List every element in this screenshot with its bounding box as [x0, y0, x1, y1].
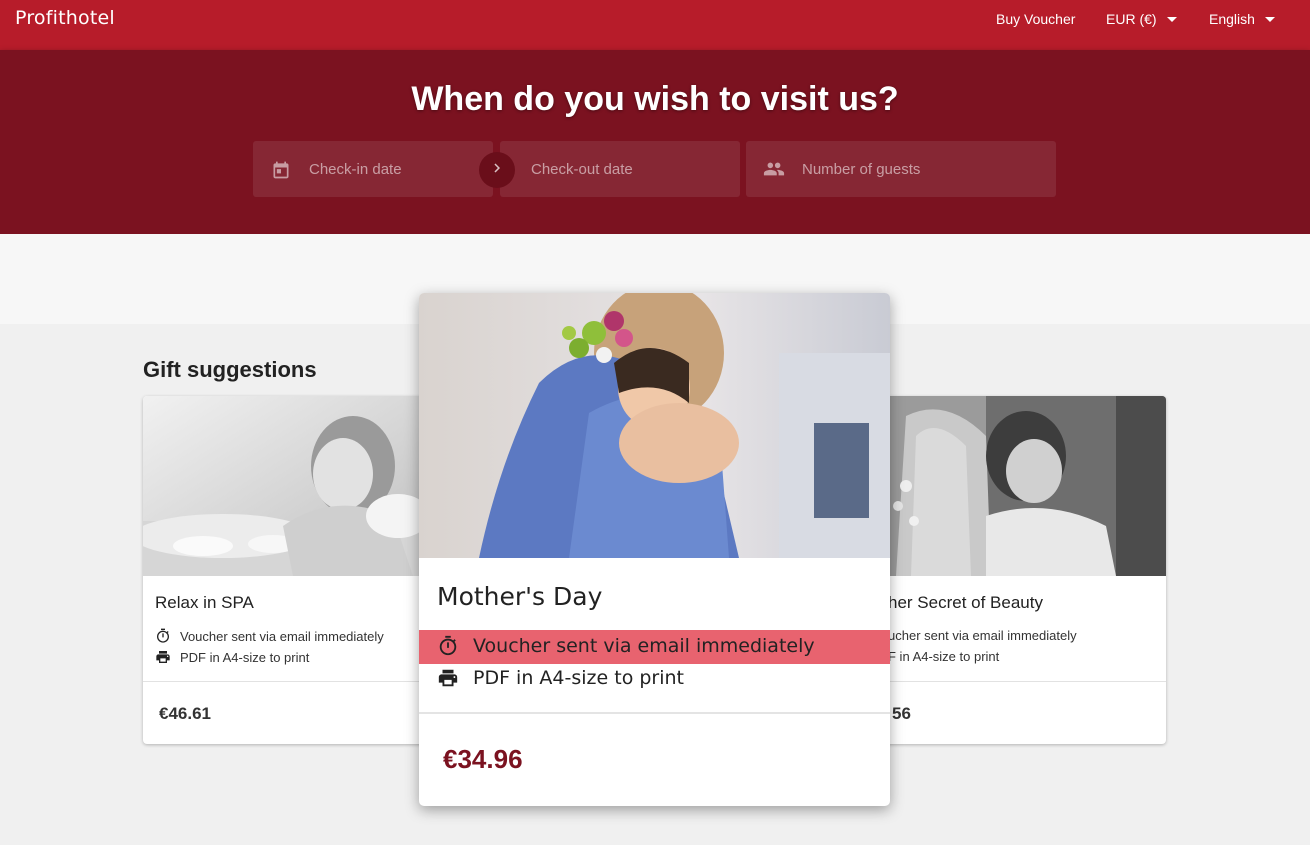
- hero-title: When do you wish to visit us?: [411, 80, 899, 118]
- card-divider: [419, 712, 890, 714]
- feature-email: Voucher sent via email immediately: [437, 635, 815, 657]
- guests-placeholder: Number of guests: [802, 160, 921, 178]
- feature-pdf-label: PDF in A4-size to print: [180, 649, 310, 665]
- booking-hero: When do you wish to visit us? Check-in d…: [0, 50, 1310, 234]
- gift-card-title: her Secret of Beauty: [888, 593, 1043, 612]
- brand-logo[interactable]: Profithotel: [15, 7, 115, 29]
- checkin-placeholder: Check-in date: [309, 160, 402, 178]
- checkout-placeholder: Check-out date: [531, 160, 633, 178]
- timer-icon: [157, 628, 169, 643]
- language-label: English: [1209, 11, 1255, 27]
- currency-dropdown[interactable]: EUR (€): [1106, 10, 1177, 28]
- spa-photo: [143, 396, 433, 576]
- calendar-icon: [271, 160, 291, 185]
- caret-down-icon: [1166, 16, 1177, 22]
- gift-card-price: €46.61: [159, 704, 211, 723]
- feature-pdf: PDF in A4-size to print: [155, 649, 309, 665]
- gift-card-relax-spa[interactable]: Relax in SPA Voucher sent via email imme…: [143, 396, 433, 744]
- checkout-date-field[interactable]: Check-out date: [500, 141, 740, 197]
- mother-son-photo: [876, 396, 1166, 576]
- feature-pdf-label: F in A4-size to print: [888, 649, 1000, 664]
- gift-card-mothers-day[interactable]: Mother's Day Voucher sent via email imme…: [419, 293, 890, 806]
- date-range-arrow: [479, 152, 515, 188]
- checkin-date-field[interactable]: Check-in date: [253, 141, 493, 197]
- feature-pdf: PDF in A4-size to print: [437, 667, 684, 689]
- card-divider: [876, 681, 1166, 682]
- gift-card-price: 56: [892, 704, 911, 723]
- language-dropdown[interactable]: English: [1209, 10, 1275, 28]
- printer-icon: [438, 669, 458, 687]
- feature-email-label: Voucher sent via email immediately: [473, 635, 815, 657]
- currency-label: EUR (€): [1106, 11, 1157, 27]
- buy-voucher-link[interactable]: Buy Voucher: [996, 10, 1075, 28]
- feature-email-label: Voucher sent via email immediately: [180, 628, 384, 644]
- top-navigation-bar: Profithotel Buy Voucher EUR (€) English: [0, 0, 1310, 50]
- gift-card-secret-of-beauty[interactable]: her Secret of Beauty ucher sent via emai…: [876, 396, 1166, 744]
- card-divider: [143, 681, 433, 682]
- feature-email-label: ucher sent via email immediately: [888, 628, 1077, 643]
- gift-suggestions-heading: Gift suggestions: [143, 357, 317, 382]
- chevron-right-icon: [488, 159, 506, 182]
- mothers-day-photo: [419, 293, 890, 558]
- caret-down-icon: [1264, 16, 1275, 22]
- guests-field[interactable]: Number of guests: [746, 141, 1056, 197]
- people-icon: [762, 158, 786, 185]
- gift-card-price: €34.96: [443, 744, 523, 774]
- gift-card-title: Mother's Day: [437, 582, 603, 611]
- buy-voucher-label: Buy Voucher: [996, 11, 1076, 27]
- feature-email: ucher sent via email immediately: [888, 628, 1077, 643]
- feature-pdf: F in A4-size to print: [888, 649, 999, 664]
- printer-icon: [156, 651, 170, 663]
- feature-pdf-label: PDF in A4-size to print: [473, 667, 684, 689]
- feature-email: Voucher sent via email immediately: [155, 628, 384, 644]
- timer-icon: [439, 635, 457, 656]
- gift-card-title: Relax in SPA: [155, 593, 254, 612]
